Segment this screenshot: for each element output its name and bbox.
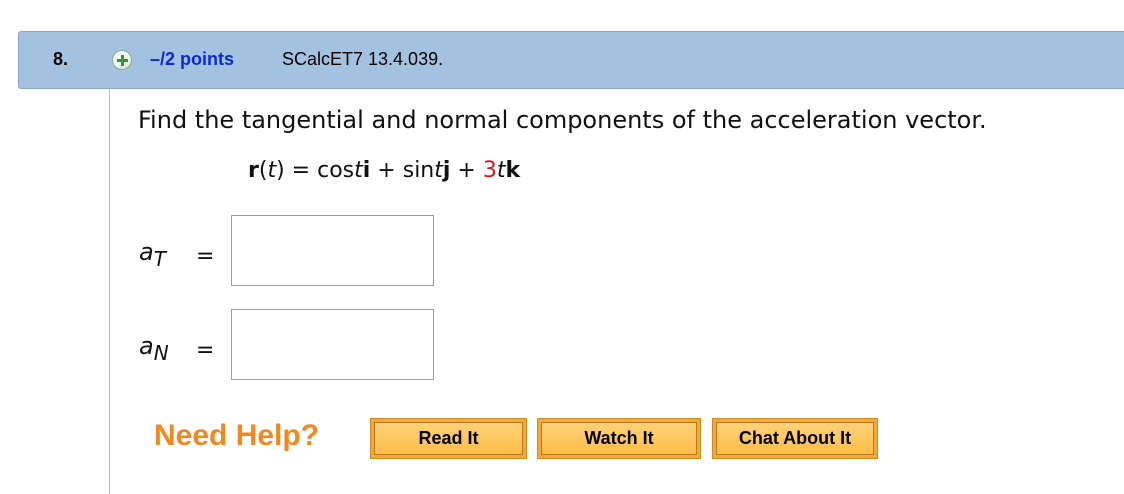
normal-label: aN	[139, 332, 169, 365]
formula-r: r	[248, 158, 259, 183]
expand-plus-icon[interactable]	[112, 50, 132, 70]
formula-coefficient: 3	[482, 158, 497, 183]
tangential-label: aT	[139, 238, 166, 271]
formula-t3: t	[496, 158, 506, 183]
normal-answer-input[interactable]	[231, 309, 434, 380]
formula-t2: t	[434, 158, 443, 183]
tangential-label-sub: T	[153, 247, 166, 271]
formula-cos: ) = cos	[276, 158, 355, 183]
normal-label-main: a	[139, 332, 154, 360]
read-it-button[interactable]: Read It	[370, 418, 527, 459]
normal-equals: =	[196, 338, 215, 363]
question-prompt: Find the tangential and normal component…	[138, 106, 987, 134]
watch-it-button[interactable]: Watch It	[537, 418, 701, 459]
formula-t1: t	[354, 158, 363, 183]
need-help-title: Need Help?	[154, 419, 320, 452]
formula-k: k	[505, 158, 521, 183]
tangential-equals: =	[196, 244, 215, 269]
chat-about-it-button[interactable]: Chat About It	[712, 418, 878, 459]
watch-it-label: Watch It	[541, 422, 697, 455]
tangential-label-main: a	[139, 238, 154, 266]
formula-sin: + sin	[370, 158, 435, 183]
chat-about-it-label: Chat About It	[716, 422, 874, 455]
read-it-label: Read It	[374, 422, 523, 455]
tangential-answer-input[interactable]	[231, 215, 434, 286]
question-header: 8. –/2 points SCalcET7 13.4.039.	[18, 31, 1124, 89]
left-divider	[109, 89, 110, 494]
question-code: SCalcET7 13.4.039.	[282, 49, 444, 69]
formula-plus: +	[450, 158, 483, 183]
vector-formula: r(t) = costi + sintj + 3tk	[248, 158, 520, 183]
points-label: –/2 points	[150, 49, 235, 69]
normal-label-sub: N	[153, 341, 169, 365]
question-number: 8.	[53, 49, 69, 69]
formula-t: t	[267, 158, 277, 183]
